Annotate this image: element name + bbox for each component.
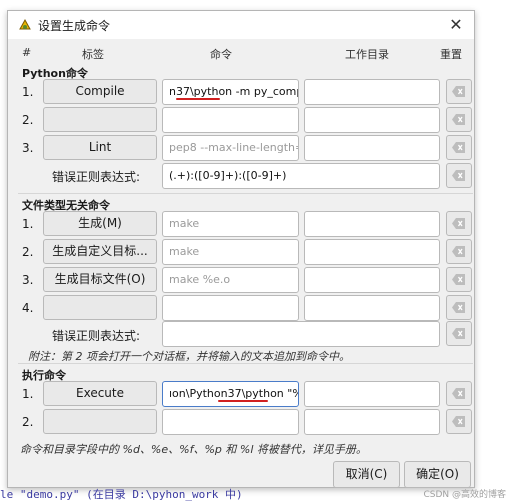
backspace-icon xyxy=(452,246,465,257)
backspace-icon xyxy=(452,114,465,125)
independent-row4-workdir-field[interactable] xyxy=(304,295,440,321)
ok-button[interactable]: 确定(O) xyxy=(404,461,471,488)
independent-row2-label-button[interactable]: 生成自定义目标...(T) xyxy=(43,239,157,281)
independent-row1-label-button[interactable]: 生成(M) xyxy=(43,211,157,236)
python-regex-label: 错误正则表达式: xyxy=(52,170,141,184)
python-row1-label-button[interactable]: Compile xyxy=(43,79,157,104)
app-icon xyxy=(19,18,31,30)
python-regex-clear-button[interactable] xyxy=(446,163,472,188)
python-row3-clear-button[interactable] xyxy=(446,135,472,160)
row-num: 1. xyxy=(22,217,34,231)
row-num: 2. xyxy=(22,113,34,127)
python-row3-command-field[interactable]: pep8 --max-line-length=8 xyxy=(162,135,299,161)
independent-row4-command-field[interactable] xyxy=(162,295,299,321)
placeholder-note: 命令和目录字段中的 %d、%e、%f、%p 和 %l 将被替代，详见手册。 xyxy=(20,443,367,456)
python-regex-field[interactable]: (.+):([0-9]+):([0-9]+) xyxy=(162,163,440,189)
col-header-label: 标签 xyxy=(82,48,104,61)
annotation-underline xyxy=(218,400,268,402)
annotation-underline xyxy=(176,98,220,100)
row-num: 2. xyxy=(22,415,34,429)
execute-row2-command-field[interactable] xyxy=(162,409,299,435)
independent-row2-clear-button[interactable] xyxy=(446,239,472,264)
col-header-num: # xyxy=(22,46,32,59)
row-num: 3. xyxy=(22,141,34,155)
python-row3-label-button[interactable]: Lint xyxy=(43,135,157,160)
backspace-icon xyxy=(452,218,465,229)
execute-row1-workdir-field[interactable] xyxy=(304,381,440,407)
title-bar: 设置生成命令 ✕ xyxy=(8,11,474,39)
close-icon[interactable]: ✕ xyxy=(446,15,466,35)
section-divider xyxy=(18,193,473,194)
independent-regex-clear-button[interactable] xyxy=(446,321,472,346)
python-row1-workdir-field[interactable] xyxy=(304,79,440,105)
col-header-command: 命令 xyxy=(210,48,232,61)
independent-row3-label-button[interactable]: 生成目标文件(O) xyxy=(43,267,157,292)
python-row1-clear-button[interactable] xyxy=(446,79,472,104)
row-num: 3. xyxy=(22,273,34,287)
independent-row3-workdir-field[interactable] xyxy=(304,267,440,293)
independent-row1-command-field[interactable]: make xyxy=(162,211,299,237)
backspace-icon xyxy=(452,274,465,285)
backspace-icon xyxy=(452,302,465,313)
execute-row2-workdir-field[interactable] xyxy=(304,409,440,435)
execute-row1-command-field[interactable]: ıon\Python37\python "%f" xyxy=(162,381,299,407)
row-num: 4. xyxy=(22,301,34,315)
independent-row4-clear-button[interactable] xyxy=(446,295,472,320)
execute-row2-label-button[interactable] xyxy=(43,409,157,434)
build-commands-dialog: 设置生成命令 ✕ # 标签 命令 工作目录 重置 Python命令 1. Com… xyxy=(7,10,475,488)
independent-row4-label-button[interactable] xyxy=(43,295,157,320)
execute-row1-label-button[interactable]: Execute xyxy=(43,381,157,406)
execute-row1-clear-button[interactable] xyxy=(446,381,472,406)
python-row2-clear-button[interactable] xyxy=(446,107,472,132)
watermark: CSDN @高效的博客 xyxy=(423,490,506,500)
python-row3-workdir-field[interactable] xyxy=(304,135,440,161)
backspace-icon xyxy=(452,328,465,339)
python-row2-workdir-field[interactable] xyxy=(304,107,440,133)
independent-row2-workdir-field[interactable] xyxy=(304,239,440,265)
independent-row1-workdir-field[interactable] xyxy=(304,211,440,237)
col-header-reset: 重置 xyxy=(440,48,462,61)
backspace-icon xyxy=(452,170,465,181)
independent-row3-command-field[interactable]: make %e.o xyxy=(162,267,299,293)
row-num: 2. xyxy=(22,245,34,259)
cancel-button[interactable]: 取消(C) xyxy=(333,461,400,488)
col-header-workdir: 工作目录 xyxy=(345,48,389,61)
backspace-icon xyxy=(452,416,465,427)
dialog-title: 设置生成命令 xyxy=(38,19,111,33)
independent-row3-clear-button[interactable] xyxy=(446,267,472,292)
row-num: 1. xyxy=(22,85,34,99)
independent-regex-field[interactable] xyxy=(162,321,440,347)
python-row2-label-button[interactable] xyxy=(43,107,157,132)
backspace-icon xyxy=(452,86,465,97)
python-row2-command-field[interactable] xyxy=(162,107,299,133)
execute-row2-clear-button[interactable] xyxy=(446,409,472,434)
independent-regex-label: 错误正则表达式: xyxy=(52,329,141,343)
row-num: 1. xyxy=(22,387,34,401)
backspace-icon xyxy=(452,388,465,399)
python-row1-command-field[interactable]: n37\python -m py_compile xyxy=(162,79,299,105)
section-divider xyxy=(18,363,473,364)
independent-row2-command-field[interactable]: make xyxy=(162,239,299,265)
note-text: 附注：第 2 项会打开一个对话框，并将输入的文本追加到命令中。 xyxy=(28,350,350,363)
backspace-icon xyxy=(452,142,465,153)
independent-row1-clear-button[interactable] xyxy=(446,211,472,236)
